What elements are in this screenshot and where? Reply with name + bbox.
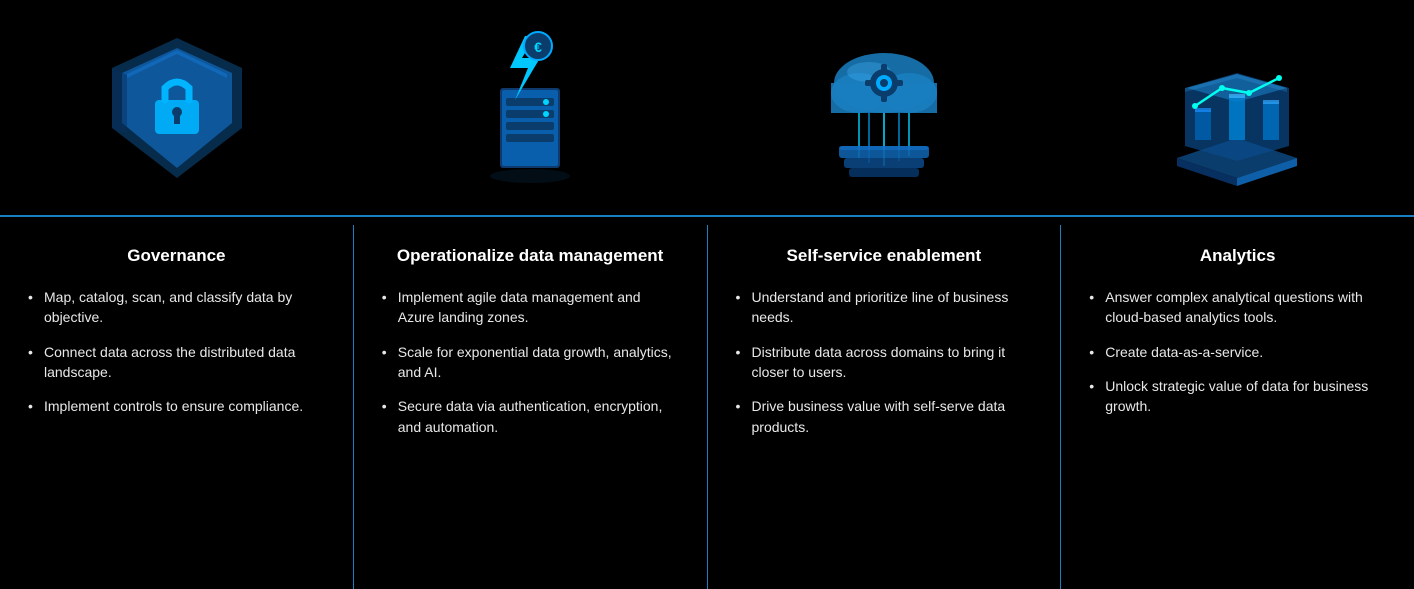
governance-bullet-3: Implement controls to ensure compliance. (28, 396, 325, 416)
self-service-bullets: Understand and prioritize line of busine… (736, 287, 1033, 437)
governance-cell: Governance Map, catalog, scan, and class… (0, 225, 354, 589)
analytics-bullets: Answer complex analytical questions with… (1089, 287, 1386, 416)
icons-row: € (0, 0, 1414, 215)
self-service-bullet-1: Understand and prioritize line of busine… (736, 287, 1033, 328)
governance-icon (97, 28, 257, 188)
ops-bullet-3: Secure data via authentication, encrypti… (382, 396, 679, 437)
ops-icon-cell: € (354, 0, 708, 215)
ops-title: Operationalize data management (382, 245, 679, 267)
ops-bullet-1: Implement agile data management and Azur… (382, 287, 679, 328)
governance-bullet-1: Map, catalog, scan, and classify data by… (28, 287, 325, 328)
page-container: € (0, 0, 1414, 589)
self-service-bullet-3: Drive business value with self-serve dat… (736, 396, 1033, 437)
analytics-bullet-3: Unlock strategic value of data for busin… (1089, 376, 1386, 417)
ops-icon: € (450, 28, 610, 188)
analytics-icon (1157, 28, 1317, 188)
self-service-icon (804, 28, 964, 188)
self-service-icon-cell (707, 0, 1061, 215)
svg-text:€: € (534, 39, 542, 55)
content-row: Governance Map, catalog, scan, and class… (0, 217, 1414, 589)
self-service-cell: Self-service enablement Understand and p… (708, 225, 1062, 589)
analytics-icon-cell (1061, 0, 1414, 215)
governance-bullet-2: Connect data across the distributed data… (28, 342, 325, 383)
ops-cell: Operationalize data management Implement… (354, 225, 708, 589)
ops-bullet-2: Scale for exponential data growth, analy… (382, 342, 679, 383)
self-service-bullet-2: Distribute data across domains to bring … (736, 342, 1033, 383)
analytics-cell: Analytics Answer complex analytical ques… (1061, 225, 1414, 589)
analytics-title: Analytics (1089, 245, 1386, 267)
analytics-bullet-1: Answer complex analytical questions with… (1089, 287, 1386, 328)
ops-bullets: Implement agile data management and Azur… (382, 287, 679, 437)
governance-title: Governance (28, 245, 325, 267)
self-service-title: Self-service enablement (736, 245, 1033, 267)
governance-bullets: Map, catalog, scan, and classify data by… (28, 287, 325, 416)
governance-icon-cell (0, 0, 354, 215)
analytics-bullet-2: Create data-as-a-service. (1089, 342, 1386, 362)
